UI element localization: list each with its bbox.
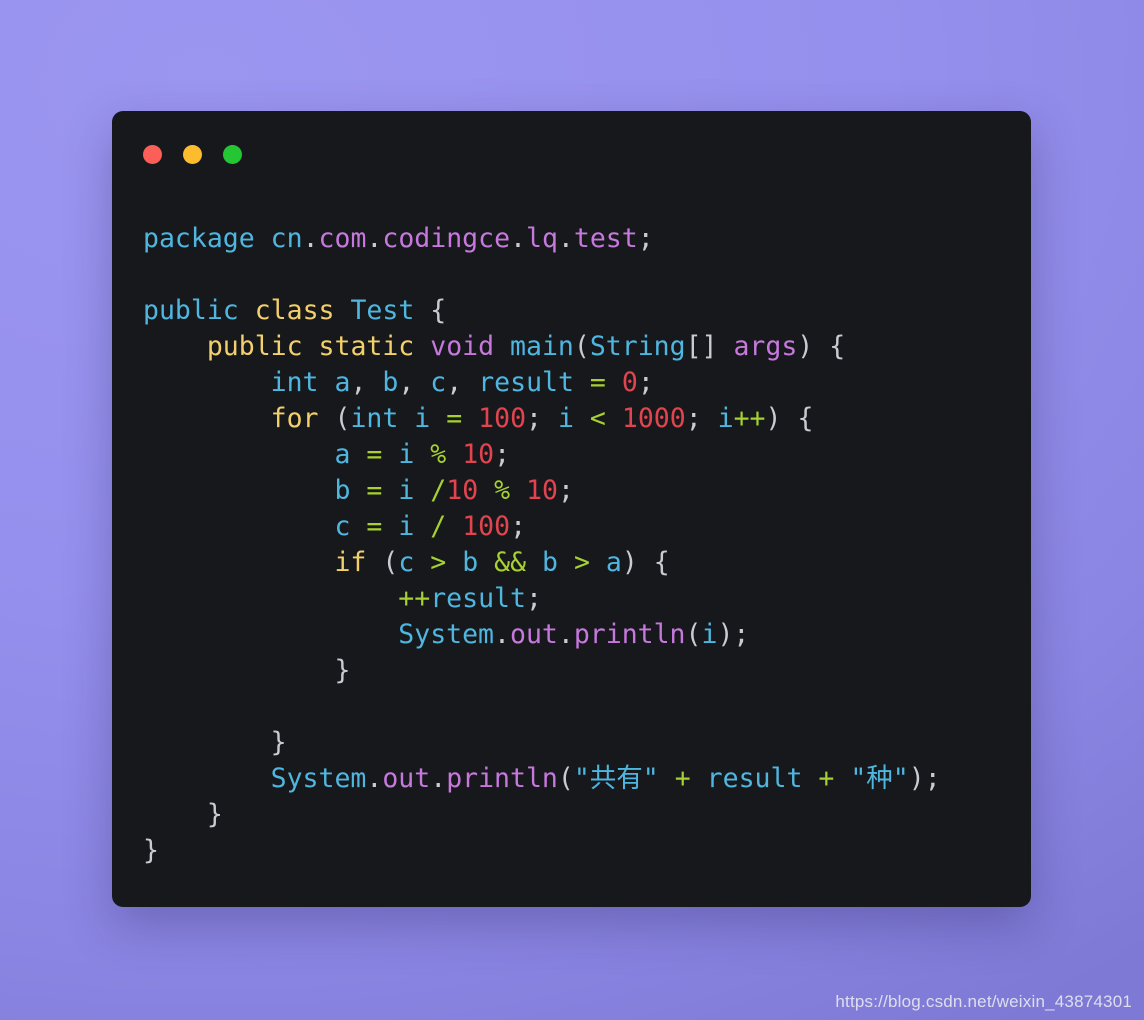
code-window: package cn.com.codingce.lq.test; public … bbox=[112, 111, 1031, 907]
maximize-button[interactable] bbox=[223, 144, 242, 164]
code-area[interactable]: package cn.com.codingce.lq.test; public … bbox=[112, 197, 1031, 907]
code-block[interactable]: package cn.com.codingce.lq.test; public … bbox=[143, 221, 1031, 869]
close-button[interactable] bbox=[143, 144, 162, 164]
screenshot-canvas: package cn.com.codingce.lq.test; public … bbox=[0, 0, 1144, 1020]
window-titlebar[interactable] bbox=[112, 111, 1031, 197]
minimize-button[interactable] bbox=[183, 144, 202, 164]
watermark-url: https://blog.csdn.net/weixin_43874301 bbox=[835, 992, 1132, 1011]
